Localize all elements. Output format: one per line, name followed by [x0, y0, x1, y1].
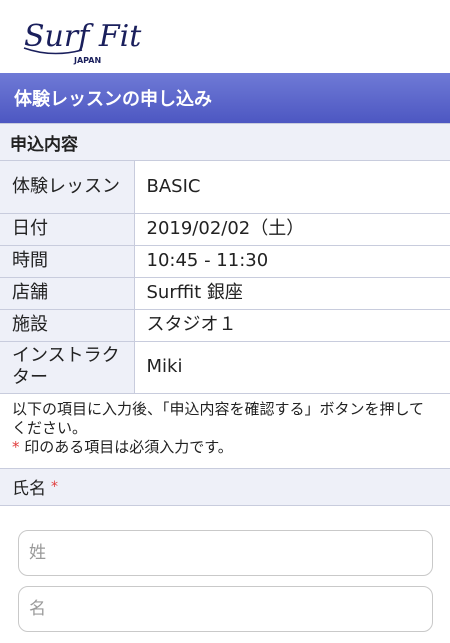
- details-row-time: 時間 10:45 - 11:30: [0, 245, 450, 278]
- page-title: 体験レッスンの申し込み: [14, 89, 212, 110]
- required-mark: *: [51, 478, 58, 495]
- last-name-input[interactable]: [18, 529, 433, 576]
- instructions-line2-text: 印のある項目は必須入力です。: [24, 437, 233, 456]
- surffit-logo[interactable]: Surf Fit JAPAN: [22, 8, 152, 68]
- page-title-bar: 体験レッスンの申し込み: [0, 73, 450, 123]
- name-inputs: [0, 506, 450, 632]
- details-row-date: 日付 2019/02/02（土）: [0, 213, 450, 246]
- details-row-lesson: 体験レッスン BASIC: [0, 161, 450, 214]
- instructions-line2: * 印のある項目は必須入力です。: [12, 438, 438, 457]
- details-row-facility: 施設 スタジオ１: [0, 309, 450, 342]
- details-row-store: 店舗 Surffit 銀座: [0, 277, 450, 310]
- row-label: 施設: [0, 309, 135, 342]
- logo-bar: Surf Fit JAPAN: [0, 0, 450, 73]
- name-field-heading: 氏名 *: [0, 467, 450, 506]
- row-value: Miki: [134, 341, 450, 394]
- row-value: Surffit 銀座: [134, 277, 450, 310]
- row-value: スタジオ１: [134, 309, 450, 342]
- row-label: 体験レッスン: [0, 161, 135, 214]
- row-label: インストラクター: [0, 341, 135, 394]
- details-heading-label: 申込内容: [10, 134, 78, 155]
- row-label: 日付: [0, 213, 135, 246]
- logo-text: Surf Fit: [24, 19, 142, 54]
- details-row-instructor: インストラクター Miki: [0, 341, 450, 394]
- row-label: 時間: [0, 245, 135, 278]
- required-mark: *: [12, 437, 20, 456]
- details-table: 体験レッスン BASIC 日付 2019/02/02（土） 時間 10:45 -…: [0, 161, 450, 394]
- row-value: 2019/02/02（土）: [134, 213, 450, 246]
- details-heading: 申込内容: [0, 123, 450, 161]
- logo-subtext: JAPAN: [73, 56, 101, 65]
- row-label: 店舗: [0, 277, 135, 310]
- instructions-line1: 以下の項目に入力後、「申込内容を確認する」ボタンを押してください。: [12, 399, 425, 437]
- first-name-input[interactable]: [18, 585, 433, 632]
- instructions: 以下の項目に入力後、「申込内容を確認する」ボタンを押してください。 * 印のある…: [0, 394, 450, 468]
- row-value: BASIC: [134, 161, 450, 214]
- row-value: 10:45 - 11:30: [134, 245, 450, 278]
- name-label: 氏名: [12, 479, 46, 499]
